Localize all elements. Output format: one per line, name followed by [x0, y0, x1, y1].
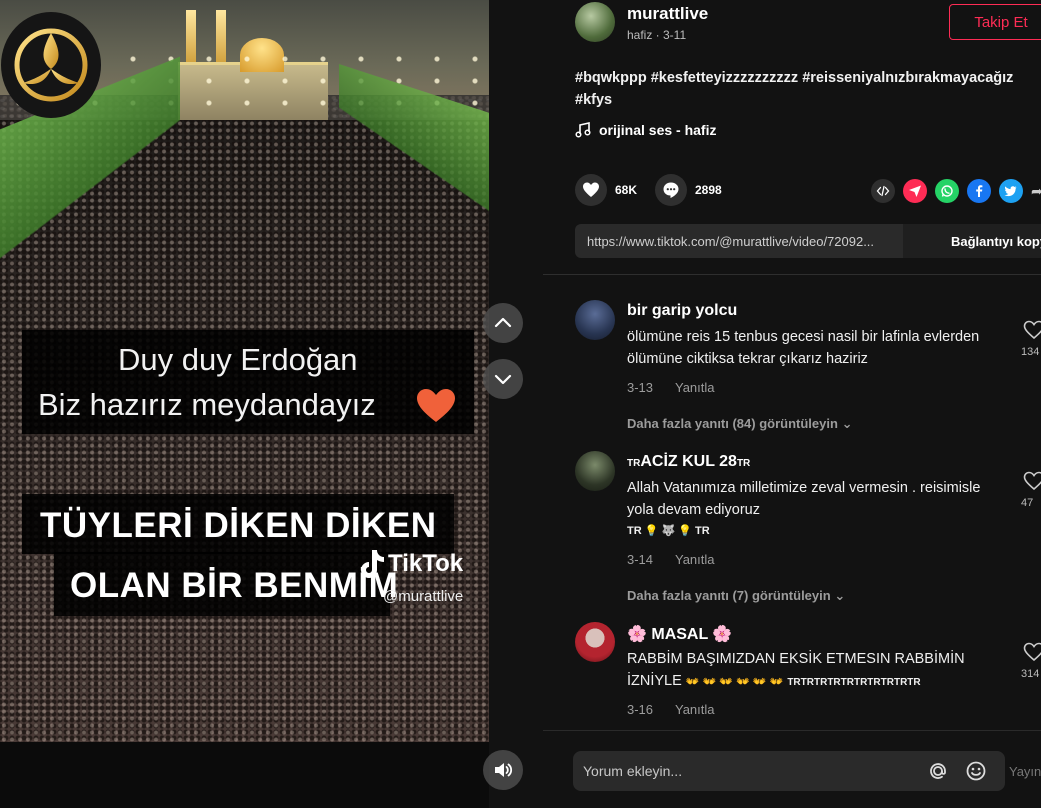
comment-text: ölümüne reis 15 tenbus gecesi nasil bir …	[627, 329, 980, 367]
music-title: orijinal ses - hafiz	[599, 122, 717, 138]
video-caption-line4: OLAN BİR BENMİM	[70, 566, 399, 605]
comment-like-heart-icon[interactable]	[1023, 471, 1041, 491]
tiktok-watermark: TikTok	[356, 548, 463, 580]
chevron-down-icon	[494, 374, 512, 385]
chevron-up-icon	[494, 317, 512, 328]
comment-emoji-line: 👐 👐 👐 👐 👐 👐	[685, 675, 784, 688]
video-caption-box: Duy duy Erdoğan Biz hazırız meydandayız	[22, 330, 474, 434]
comment-avatar[interactable]	[575, 451, 615, 491]
chevron-down-icon: ⌄	[834, 588, 846, 603]
author-meta: hafiz · 3-11	[627, 28, 687, 42]
watermark-brand: TikTok	[388, 550, 464, 577]
facebook-icon	[976, 185, 983, 197]
next-video-button[interactable]	[483, 359, 523, 399]
comment-date: 3-13	[627, 380, 654, 395]
follow-button[interactable]: Takip Et	[949, 4, 1041, 40]
comment-stat[interactable]: 2898	[655, 174, 722, 206]
like-button[interactable]	[575, 174, 607, 206]
comment-date: 3-16	[627, 702, 654, 717]
whatsapp-icon	[941, 185, 953, 197]
reply-button[interactable]: Yanıtla	[675, 380, 715, 395]
embed-button[interactable]	[871, 179, 895, 203]
divider	[543, 274, 1041, 275]
author-avatar[interactable]	[575, 2, 615, 42]
reply-button[interactable]: Yanıtla	[675, 702, 715, 717]
video-caption-box: OLAN BİR BENMİM	[54, 552, 398, 616]
post-comment-button[interactable]: Yayınla	[1009, 764, 1041, 779]
channel-logo-icon	[1, 12, 101, 118]
comment-author[interactable]: TRACİZ KUL 28TR	[627, 453, 750, 471]
comment-author-name: ACİZ KUL 28	[640, 453, 737, 470]
share-twitter-button[interactable]	[999, 179, 1023, 203]
comment-like-count: 47	[1021, 497, 1034, 509]
mention-at-icon[interactable]	[927, 760, 949, 782]
video-caption-box: TÜYLERİ DİKEN DİKEN	[22, 494, 454, 554]
copy-link-label: Bağlantıyı kopyala	[951, 233, 1041, 249]
video-player[interactable]: Duy duy Erdoğan Biz hazırız meydandayız …	[0, 0, 489, 808]
like-count: 68K	[615, 183, 638, 197]
comment-input-placeholder: Yorum ekleyin...	[583, 763, 683, 779]
comment-emoji-line: TR 💡 🐺 💡 TR	[627, 525, 710, 537]
comment-author-suffix: TR	[736, 458, 751, 469]
share-facebook-button[interactable]	[967, 179, 991, 203]
view-more-replies-label: Daha fazla yanıtı (7) görüntüleyin	[627, 588, 831, 603]
comment-text: RABBİM BAŞIMIZDAN EKSİK ETMESIN RABBİMİN…	[627, 649, 997, 693]
view-more-replies[interactable]: Daha fazla yanıtı (7) görüntüleyin ⌄	[627, 588, 845, 604]
heart-emoji-icon	[417, 389, 455, 422]
comment-author-prefix: TR	[627, 458, 641, 469]
volume-button[interactable]	[483, 750, 523, 790]
details-panel: murattlive hafiz · 3-11 Takip Et #bqwkpp…	[543, 0, 1041, 808]
tiktok-logo-icon	[361, 550, 384, 578]
comment-like-count: 134	[1021, 346, 1040, 358]
view-more-replies[interactable]: Daha fazla yanıtı (84) görüntüleyin ⌄	[627, 416, 852, 432]
previous-video-button[interactable]	[483, 303, 523, 343]
video-link-url[interactable]: https://www.tiktok.com/@murattlive/video…	[587, 234, 899, 249]
view-more-replies-label: Daha fazla yanıtı (84) görüntüleyin	[627, 416, 838, 431]
send-icon	[909, 185, 921, 197]
comment-input[interactable]: Yorum ekleyin...	[573, 751, 1005, 791]
comment-date: 3-14	[627, 552, 654, 567]
video-frame[interactable]: Duy duy Erdoğan Biz hazırız meydandayız …	[0, 0, 489, 742]
comment-text: Allah Vatanımıza milletimize zeval verme…	[627, 478, 997, 543]
comment-input-bar: Yorum ekleyin... Yayınla	[543, 730, 1041, 808]
comment-like-heart-icon[interactable]	[1023, 320, 1041, 340]
more-share-arrow-icon[interactable]: ➦	[1031, 183, 1041, 200]
twitter-icon	[1004, 186, 1017, 197]
speaker-icon	[495, 763, 513, 777]
video-caption-line3: TÜYLERİ DİKEN DİKEN	[40, 506, 437, 545]
comment-avatar[interactable]	[575, 622, 615, 662]
emoji-smile-icon[interactable]	[965, 760, 987, 782]
music-link[interactable]: orijinal ses - hafiz	[575, 122, 716, 138]
video-caption-line1: Duy duy Erdoğan	[118, 342, 358, 377]
chevron-down-icon: ⌄	[841, 416, 853, 431]
video-link-box: https://www.tiktok.com/@murattlive/video…	[575, 224, 1041, 258]
like-stat[interactable]: 68K	[575, 174, 637, 206]
comment-count: 2898	[695, 183, 722, 197]
watermark-username: @murattlive	[383, 588, 464, 605]
heart-icon	[583, 182, 599, 197]
share-whatsapp-button[interactable]	[935, 179, 959, 203]
comment-tr-line: TRTRTRTRTRTRTRTRTRTR	[787, 676, 921, 688]
comment-like-heart-icon[interactable]	[1023, 642, 1041, 662]
send-to-friends-button[interactable]	[903, 179, 927, 203]
comment-author[interactable]: 🌸 MASAL 🌸	[627, 624, 732, 644]
music-note-icon	[575, 122, 591, 138]
comment-button[interactable]	[655, 174, 687, 206]
comment-like-count: 314	[1021, 668, 1040, 680]
video-caption-line2: Biz hazırız meydandayız	[38, 387, 376, 422]
video-description[interactable]: #bqwkppp #kesfetteyizzzzzzzzzz #reisseni…	[575, 67, 1041, 111]
code-embed-icon	[876, 185, 890, 197]
author-username[interactable]: murattlive	[627, 4, 708, 24]
copy-link-button[interactable]: Bağlantıyı kopyala	[903, 224, 1041, 258]
comment-avatar[interactable]	[575, 300, 615, 340]
reply-button[interactable]: Yanıtla	[675, 552, 715, 567]
comment-text-body: Allah Vatanımıza milletimize zeval verme…	[627, 480, 981, 518]
comment-bubble-icon	[663, 182, 679, 198]
comment-author[interactable]: bir garip yolcu	[627, 302, 737, 320]
